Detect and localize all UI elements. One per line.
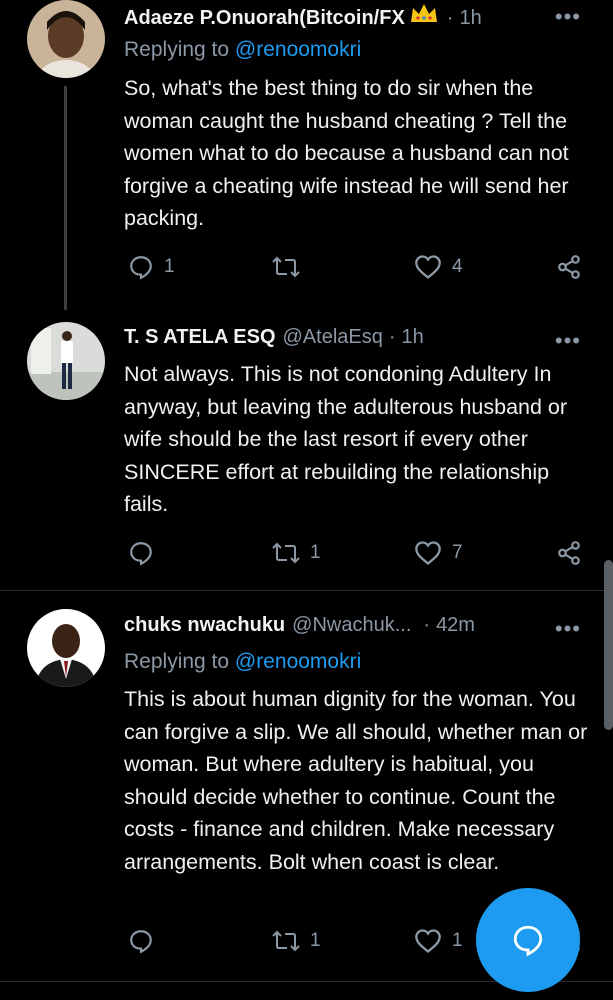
user-handle[interactable]: @Nwachuk...	[292, 614, 411, 637]
share-button[interactable]	[556, 254, 582, 280]
timestamp[interactable]: 42m	[436, 614, 475, 637]
reply-button[interactable]: 1	[128, 254, 175, 280]
replying-handle-link[interactable]: @renoomokri	[235, 38, 361, 61]
heart-icon	[415, 541, 441, 565]
tweet-atela[interactable]: T. S ATELA ESQ @AtelaEsq · 1h ••• Not al…	[0, 312, 613, 590]
retweet-count: 1	[310, 930, 321, 951]
reply-icon	[130, 256, 152, 280]
display-name[interactable]: chuks nwachuku	[124, 614, 285, 637]
avatar[interactable]	[27, 609, 105, 687]
tweet-text: This is about human dignity for the woma…	[124, 687, 588, 874]
share-icon	[558, 541, 580, 565]
replying-to: Replying to @renoomokri	[124, 38, 361, 62]
tweet-header: T. S ATELA ESQ @AtelaEsq · 1h	[124, 326, 424, 349]
like-button[interactable]: 4	[414, 254, 463, 280]
compose-reply-button[interactable]	[476, 888, 580, 992]
tweet-actions: 1 7	[124, 540, 594, 570]
retweet-button[interactable]: 1	[272, 540, 321, 566]
separator: ·	[423, 614, 431, 636]
scrollbar[interactable]	[604, 560, 613, 730]
more-options-icon[interactable]: •••	[555, 4, 581, 30]
tweet-text: Not always. This is not condoning Adulte…	[124, 362, 568, 516]
compose-reply-icon	[513, 925, 543, 957]
like-count: 4	[452, 256, 463, 277]
reply-button[interactable]	[128, 540, 164, 566]
retweet-icon	[272, 256, 300, 278]
reply-icon	[130, 542, 152, 566]
tweet-adaeze[interactable]: Adaeze P.Onuorah(Bitcoin/FX · 1h ••• Rep…	[0, 0, 613, 312]
share-icon	[558, 255, 580, 279]
retweet-button[interactable]	[272, 254, 310, 280]
tweet-text: So, what's the best thing to do sir when…	[124, 76, 569, 230]
replying-handle-link[interactable]: @renoomokri	[235, 650, 361, 673]
heart-icon	[415, 255, 441, 279]
retweet-count: 1	[310, 542, 321, 563]
timestamp[interactable]: 1h	[459, 7, 481, 30]
timestamp[interactable]: 1h	[402, 326, 424, 349]
more-options-icon[interactable]: •••	[555, 328, 581, 354]
reply-count: 1	[164, 256, 175, 277]
display-name[interactable]: T. S ATELA ESQ	[124, 326, 276, 349]
crown-icon	[409, 2, 439, 30]
avatar[interactable]	[27, 0, 105, 78]
like-button[interactable]: 1	[414, 928, 463, 954]
tweet-header: Adaeze P.Onuorah(Bitcoin/FX · 1h	[124, 2, 482, 30]
share-button[interactable]	[556, 540, 582, 566]
tweet-header: chuks nwachuku @Nwachuk... · 42m	[124, 614, 475, 637]
replying-prefix: Replying to	[124, 650, 235, 673]
heart-icon	[415, 929, 441, 953]
user-handle[interactable]: @AtelaEsq	[283, 326, 383, 349]
more-options-icon[interactable]: •••	[555, 616, 581, 642]
reply-button[interactable]	[128, 928, 164, 954]
retweet-icon	[272, 542, 300, 564]
like-count: 7	[452, 542, 463, 563]
separator: ·	[388, 326, 396, 348]
replying-to: Replying to @renoomokri	[124, 650, 361, 674]
like-count: 1	[452, 930, 463, 951]
separator: ·	[446, 7, 454, 29]
reply-icon	[130, 930, 152, 954]
avatar[interactable]	[27, 322, 105, 400]
tweet-actions: 1 4	[124, 254, 594, 284]
retweet-button[interactable]: 1	[272, 928, 321, 954]
replying-prefix: Replying to	[124, 38, 235, 61]
display-name[interactable]: Adaeze P.Onuorah(Bitcoin/FX	[124, 7, 405, 30]
like-button[interactable]: 7	[414, 540, 463, 566]
retweet-icon	[272, 930, 300, 952]
thread-line	[64, 86, 67, 310]
